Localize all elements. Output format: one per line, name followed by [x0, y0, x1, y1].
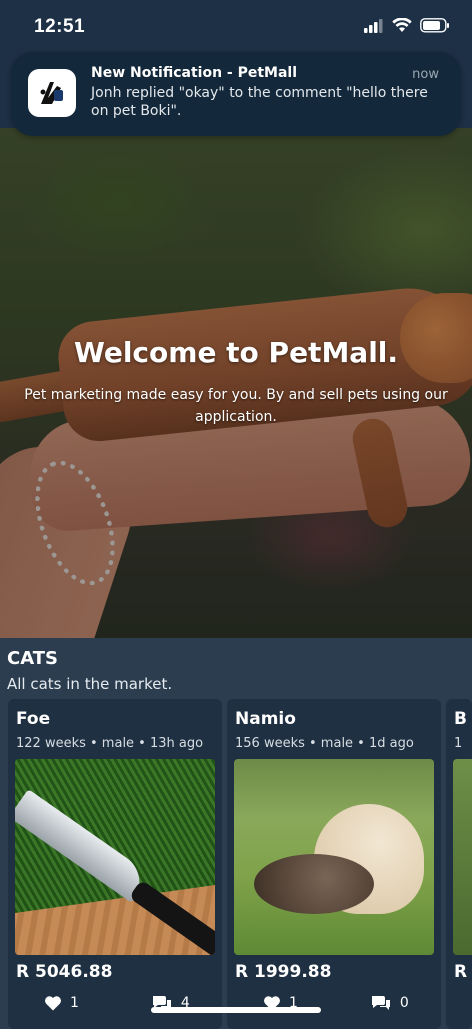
- push-notification[interactable]: New Notification - PetMall now Jonh repl…: [11, 52, 461, 136]
- pet-meta: 1: [454, 736, 463, 751]
- pet-price: R: [454, 962, 468, 982]
- greens-knife-photo: [15, 759, 215, 955]
- pet-name: B: [454, 709, 467, 729]
- section-subtitle: All cats in the market.: [7, 675, 173, 693]
- pet-meta: 122 weeks • male • 13h ago: [16, 736, 204, 751]
- battery-icon: [420, 18, 449, 33]
- pet-photo[interactable]: [453, 759, 472, 955]
- wifi-icon: [392, 18, 412, 32]
- status-icons: [364, 18, 450, 33]
- pet-price: R 5046.88: [16, 962, 113, 982]
- hero-subtitle: Pet marketing made easy for you. By and …: [24, 387, 448, 425]
- notification-title: New Notification - PetMall: [91, 65, 298, 81]
- pet-card[interactable]: Namio 156 weeks • male • 1d ago R 1999.8…: [227, 699, 441, 1029]
- like-count: 1: [70, 995, 79, 1011]
- pet-photo-partial: [453, 759, 472, 955]
- notification-time: now: [412, 67, 439, 82]
- pet-name: Namio: [235, 709, 296, 729]
- like-button[interactable]: 1: [44, 994, 79, 1012]
- petmall-logo-icon: [40, 82, 63, 104]
- pet-photo[interactable]: [15, 759, 215, 955]
- hero-banner: Welcome to PetMall. Pet marketing made e…: [0, 128, 472, 638]
- pet-card-carousel[interactable]: Foe 122 weeks • male • 13h ago R 5046.88…: [8, 699, 472, 1029]
- status-time: 12:51: [34, 16, 86, 37]
- petmall-app-icon: [28, 69, 76, 117]
- pet-photo[interactable]: [234, 759, 434, 955]
- dog-cat-photo: [234, 759, 434, 955]
- heart-icon: [45, 996, 61, 1011]
- hero-title: Welcome to PetMall.: [73, 336, 399, 369]
- pet-card[interactable]: Foe 122 weeks • male • 13h ago R 5046.88…: [8, 699, 222, 1029]
- cellular-signal-icon: [364, 18, 383, 33]
- cats-section: CATS All cats in the market. Foe 122 wee…: [0, 638, 472, 1029]
- pet-name: Foe: [16, 709, 51, 729]
- pet-meta: 156 weeks • male • 1d ago: [235, 736, 414, 751]
- comments-icon: [371, 996, 390, 1010]
- notification-body: Jonh replied "okay" to the comment "hell…: [91, 85, 428, 119]
- comment-button[interactable]: 0: [370, 994, 409, 1012]
- comment-count: 0: [399, 995, 409, 1011]
- pet-card[interactable]: B 1 R: [446, 699, 472, 1029]
- hero-overlay: [0, 128, 472, 638]
- section-title: CATS: [7, 648, 58, 669]
- status-bar: 12:51: [0, 0, 472, 56]
- pet-price: R 1999.88: [235, 962, 332, 982]
- home-indicator[interactable]: [151, 1007, 321, 1013]
